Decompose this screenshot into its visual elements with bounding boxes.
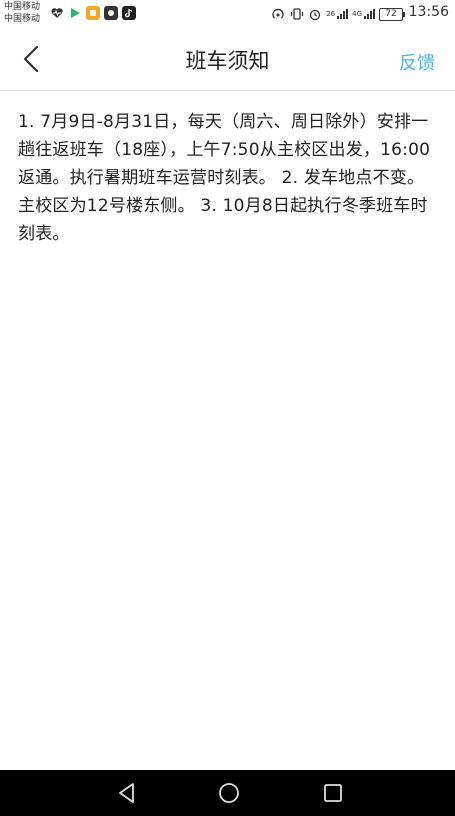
play-store-icon xyxy=(68,6,82,20)
carrier-1: 中国移动 xyxy=(4,2,41,12)
app-notification-icon xyxy=(86,6,100,20)
signal-1-icon: 26 xyxy=(326,7,349,21)
circle-home-icon xyxy=(219,783,239,803)
signal-2-icon: 4G xyxy=(352,7,375,21)
battery-icon: 72 xyxy=(379,7,405,21)
notice-text: 1. 7月9日-8月31日，每天（周六、周日除外）安排一趟往返班车（18座），上… xyxy=(18,112,431,244)
alarm-icon xyxy=(308,7,322,21)
hotspot-icon xyxy=(270,7,286,21)
app-header: 班车须知 反馈 xyxy=(0,28,455,91)
carrier-2: 中国移动 xyxy=(4,14,41,24)
triangle-back-icon xyxy=(119,783,134,803)
nav-recent-button[interactable] xyxy=(320,780,346,806)
tiktok-icon xyxy=(122,6,136,20)
battery-level: 72 xyxy=(379,7,405,21)
carrier-labels: 中国移动 中国移动 xyxy=(4,1,48,25)
nav-back-button[interactable] xyxy=(114,780,140,806)
page-title: 班车须知 xyxy=(185,49,270,73)
feedback-button[interactable]: 反馈 xyxy=(399,49,435,75)
system-icons: 26 4G 72 xyxy=(270,6,405,22)
vibrate-icon xyxy=(290,7,304,21)
notification-icons xyxy=(50,5,136,21)
status-time: 13:56 xyxy=(408,4,449,20)
square-recents-icon xyxy=(324,784,342,802)
nav-home-button[interactable] xyxy=(216,780,242,806)
status-bar: 中国移动 中国移动 26 4G 72 13:56 xyxy=(0,0,455,28)
system-nav-bar xyxy=(0,770,455,816)
heart-rate-icon xyxy=(50,6,64,20)
camera-app-icon xyxy=(104,6,118,20)
